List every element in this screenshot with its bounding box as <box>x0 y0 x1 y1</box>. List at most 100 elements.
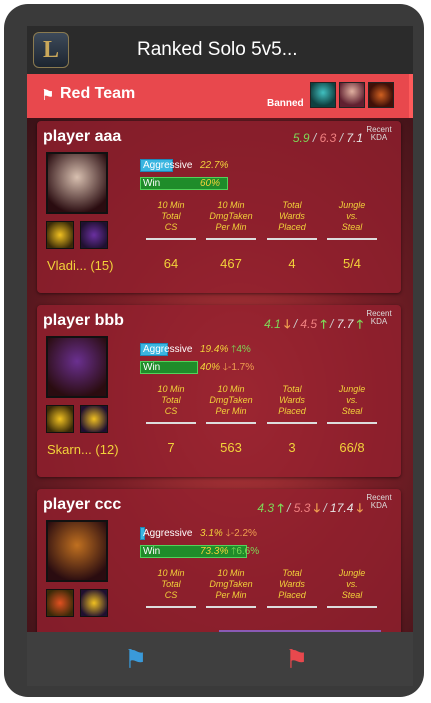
blue-team-flag-icon[interactable]: ⚑ <box>124 644 147 675</box>
player-name[interactable]: player aaa <box>43 128 121 146</box>
aggressive-delta: 🡓-2.2% <box>225 528 257 539</box>
trend-down-icon: 🡓 <box>284 317 291 331</box>
summoner-spell-icon[interactable] <box>46 589 74 617</box>
aggressive-label: Aggressive <box>143 344 193 355</box>
player-card[interactable]: player aaa 5.9 / 6.3 / 7.1 Recent KDA Vladi… <box>37 121 401 293</box>
win-value: 60% <box>200 178 221 189</box>
player-card[interactable]: player bbb 4.1 🡓 / 4.5 🡑 / 7.7 🡑 Recent KD… <box>37 305 401 477</box>
stat-divider <box>327 422 377 424</box>
win-delta: 🡓-1.7% <box>222 362 255 373</box>
win-label: Win <box>143 178 161 189</box>
stat-value: 5/4 <box>342 256 362 271</box>
flag-icon: ⚑ <box>41 87 55 104</box>
aggressive-value: 3.1% 🡓-2.2% <box>200 528 257 539</box>
summoner-spell-icon[interactable] <box>80 221 108 249</box>
stat-divider <box>267 238 317 240</box>
kda-kills: 5.9 <box>292 131 310 145</box>
stat-divider <box>267 422 317 424</box>
player-list[interactable]: player aaa 5.9 / 6.3 / 7.1 Recent KDA Vladi… <box>27 118 413 632</box>
win-delta: 🡑6.6% <box>231 546 260 557</box>
champion-portrait[interactable] <box>46 336 108 398</box>
kda-kills: 4.1 <box>264 317 281 331</box>
stat-value: 7 <box>167 440 175 455</box>
champion-portrait[interactable] <box>46 520 108 582</box>
stat-header: Total Wards Placed <box>278 568 306 600</box>
red-team-flag-icon[interactable]: ⚑ <box>285 644 308 675</box>
recent-kda-label: Recent KDA <box>366 493 392 510</box>
kda-kills: 4.3 <box>257 501 275 515</box>
bottom-navigation: ⚑ ⚑ <box>27 632 413 686</box>
app-logo[interactable]: L <box>33 32 69 68</box>
app-bar: L Ranked Solo 5v5... <box>27 26 413 74</box>
banned-label: Banned <box>267 98 304 109</box>
aggressive-delta: 🡑4% <box>231 344 251 355</box>
stat-value: 467 <box>220 256 242 271</box>
player-name[interactable]: player bbb <box>43 312 124 330</box>
stat-value: 563 <box>220 440 242 455</box>
page-title: Ranked Solo 5v5... <box>137 39 298 60</box>
stat-value: 4 <box>288 256 296 271</box>
kda-values: 4.1 🡓 / 4.5 🡑 / 7.7 🡑 <box>264 317 363 331</box>
stat-divider <box>267 606 317 608</box>
stat-header: 10 Min DmgTaken Per Min <box>209 384 253 416</box>
kda-assists: 17.4 <box>330 501 354 515</box>
trend-up-icon: 🡑 <box>277 501 284 515</box>
stat-header: 10 Min Total CS <box>157 200 185 232</box>
kda-deaths: 5.3 <box>293 501 311 515</box>
summoner-spell-icon[interactable] <box>46 405 74 433</box>
aggressive-label: Aggressive <box>143 160 193 171</box>
stat-value: 66/8 <box>339 440 365 455</box>
stat-header: Total Wards Placed <box>278 384 306 416</box>
stat-divider <box>146 422 196 424</box>
stat-divider <box>327 238 377 240</box>
team-header: ⚑ Red Team Banned <box>27 74 413 118</box>
recent-kda-label: Recent KDA <box>366 309 392 326</box>
trend-down-icon: 🡓 <box>313 501 321 515</box>
trend-up-icon: 🡑 <box>356 317 363 331</box>
player-name[interactable]: player ccc <box>43 496 121 514</box>
summoner-spell-icon[interactable] <box>46 221 74 249</box>
stat-header: 10 Min Total CS <box>157 384 185 416</box>
aggressive-value: 19.4% 🡑4% <box>200 344 251 355</box>
kda-assists: 7.7 <box>336 317 354 331</box>
stat-value: 64 <box>163 256 179 271</box>
device-frame: L Ranked Solo 5v5... ⚑ Red Team Banned p… <box>4 4 424 697</box>
player-card[interactable]: player ccc 4.3 🡑 / 5.3 🡓 / 17.4 🡓 Recent K… <box>37 489 401 632</box>
aggressive-label: Aggressive <box>143 528 193 539</box>
stat-header: Jungle vs. Steal <box>338 568 366 600</box>
win-label: Win <box>143 546 161 557</box>
team-name: Red Team <box>60 85 136 102</box>
stat-divider <box>206 238 256 240</box>
summoner-spell-icon[interactable] <box>80 405 108 433</box>
banned-champion-icon[interactable] <box>339 82 365 108</box>
kda-deaths: 6.3 <box>319 131 337 145</box>
stat-divider <box>327 606 377 608</box>
stat-header: 10 Min DmgTaken Per Min <box>209 568 253 600</box>
trend-down-icon: 🡓 <box>356 501 363 515</box>
win-value: 40% 🡓-1.7% <box>200 362 255 373</box>
kda-values: 4.3 🡑 / 5.3 🡓 / 17.4 🡓 <box>257 501 363 515</box>
trend-up-icon: 🡑 <box>320 317 327 331</box>
stat-header: Jungle vs. Steal <box>338 384 366 416</box>
champion-name-games: Skarn... (12) <box>47 442 119 457</box>
win-value: 73.3% 🡑6.6% <box>200 546 260 557</box>
recent-kda-label: Recent KDA <box>366 125 392 142</box>
banned-champion-icon[interactable] <box>368 82 394 108</box>
stat-value: 3 <box>288 440 296 455</box>
aggressive-value: 22.7% <box>200 160 229 171</box>
kda-deaths: 4.5 <box>300 317 318 331</box>
stat-header: Total Wards Placed <box>278 200 306 232</box>
stat-divider <box>146 238 196 240</box>
champion-name-games: Vladi... (15) <box>47 258 114 273</box>
stat-header: 10 Min Total CS <box>157 568 185 600</box>
stat-header: 10 Min DmgTaken Per Min <box>209 200 253 232</box>
champion-portrait[interactable] <box>46 152 108 214</box>
banned-champion-icon[interactable] <box>310 82 336 108</box>
app-screen: L Ranked Solo 5v5... ⚑ Red Team Banned p… <box>27 26 413 686</box>
stat-divider <box>146 606 196 608</box>
stat-header: Jungle vs. Steal <box>338 200 366 232</box>
summoner-spell-icon[interactable] <box>80 589 108 617</box>
stat-divider <box>206 606 256 608</box>
kda-assists: 7.1 <box>346 131 363 145</box>
stat-divider <box>206 422 256 424</box>
